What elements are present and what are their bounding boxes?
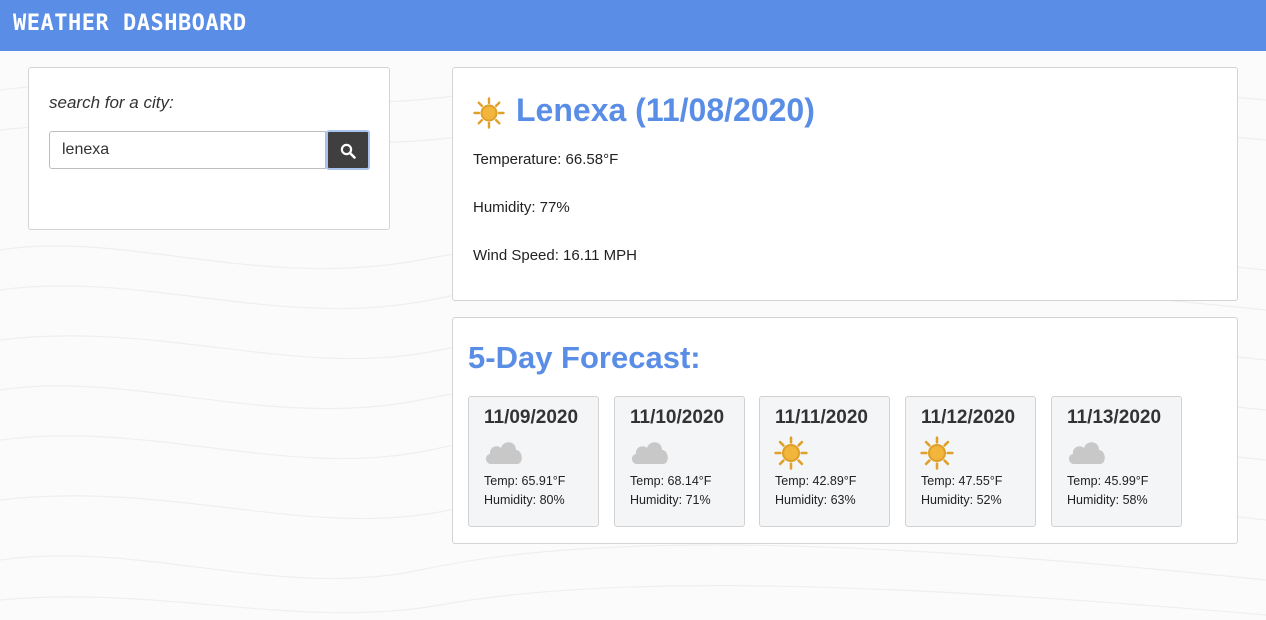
forecast-humidity: Humidity: 58% (1067, 493, 1148, 507)
current-weather-panel: Lenexa (11/08/2020) Temperature: 66.58°F… (452, 67, 1238, 301)
forecast-date: 11/11/2020 (775, 407, 868, 428)
cloud-icon (631, 442, 668, 464)
forecast-temp: Temp: 65.91°F (484, 474, 566, 488)
cloud-icon (1068, 442, 1105, 464)
forecast-day-card: 11/12/2020 Temp: 47.55°F Humidity: 52% (905, 396, 1036, 527)
current-city-title: Lenexa (11/08/2020) (516, 92, 815, 128)
forecast-title: 5-Day Forecast: (468, 340, 701, 375)
sun-icon (920, 436, 954, 470)
search-icon (340, 143, 356, 159)
forecast-panel: 5-Day Forecast: 11/09/2020 Temp: 65.91°F… (452, 317, 1238, 544)
forecast-date: 11/10/2020 (630, 407, 725, 428)
forecast-day-card: 11/13/2020 Temp: 45.99°F Humidity: 58% (1051, 396, 1182, 527)
forecast-humidity: Humidity: 63% (775, 493, 856, 507)
sun-icon (473, 97, 505, 129)
page-title: WEATHER DASHBOARD (13, 11, 247, 36)
forecast-humidity: Humidity: 71% (630, 493, 711, 507)
cloud-icon (485, 442, 522, 464)
search-panel: search for a city: (28, 67, 390, 230)
current-humidity: Humidity: 77% (473, 199, 570, 216)
forecast-temp: Temp: 68.14°F (630, 474, 712, 488)
city-search-input[interactable] (49, 131, 326, 169)
forecast-date: 11/12/2020 (921, 407, 1016, 428)
forecast-temp: Temp: 42.89°F (775, 474, 857, 488)
forecast-day-card: 11/09/2020 Temp: 65.91°F Humidity: 80% (468, 396, 599, 527)
sun-icon (774, 436, 808, 470)
forecast-day-card: 11/11/2020 Temp: 42.89°F Humidity: 63% (759, 396, 890, 527)
app-header: WEATHER DASHBOARD (0, 0, 1266, 51)
forecast-date: 11/13/2020 (1067, 407, 1162, 428)
current-wind-speed: Wind Speed: 16.11 MPH (473, 247, 637, 264)
forecast-temp: Temp: 45.99°F (1067, 474, 1149, 488)
search-label: search for a city: (49, 93, 174, 112)
forecast-humidity: Humidity: 80% (484, 493, 565, 507)
forecast-date: 11/09/2020 (484, 407, 579, 428)
forecast-humidity: Humidity: 52% (921, 493, 1002, 507)
forecast-temp: Temp: 47.55°F (921, 474, 1003, 488)
search-button[interactable] (326, 130, 370, 170)
forecast-day-card: 11/10/2020 Temp: 68.14°F Humidity: 71% (614, 396, 745, 527)
current-temperature: Temperature: 66.58°F (473, 151, 619, 168)
